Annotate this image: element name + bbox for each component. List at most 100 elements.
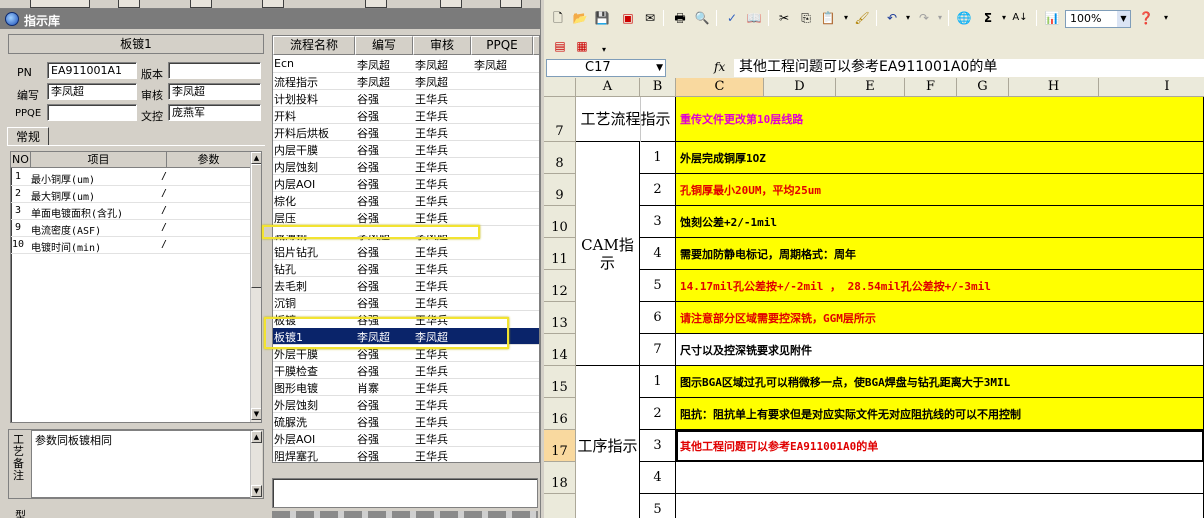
process-row[interactable]: 钻孔 谷强 王华兵 <box>273 260 539 277</box>
pn-field[interactable]: EA911001A1 <box>47 62 137 79</box>
params-header-no[interactable]: NO <box>11 152 31 168</box>
reviewer-field[interactable]: 李凤超 <box>168 83 261 100</box>
params-row[interactable]: 3 单面电镀面积(含孔) / <box>11 203 251 220</box>
cam-item-number[interactable]: 3 <box>640 206 676 238</box>
scroll-thumb[interactable] <box>251 164 261 288</box>
column-header-a[interactable]: A <box>576 78 640 97</box>
autosum-icon[interactable]: Σ <box>980 10 996 26</box>
process-row[interactable]: 流程指示 李凤超 李凤超 <box>273 73 539 90</box>
process-row[interactable]: 阻焊塞孔 谷强 王华兵 <box>273 447 539 462</box>
undo-icon[interactable]: ↶ <box>884 10 900 26</box>
name-box[interactable]: C17 ▼ <box>546 59 666 77</box>
permission-icon[interactable]: ▣ <box>620 10 636 26</box>
cam-item-text[interactable]: 请注意部分区域需要控深铣，GGM层所示 <box>676 302 1204 334</box>
procedure-item-text[interactable] <box>676 494 1204 518</box>
toolbar-tab[interactable] <box>30 0 90 8</box>
scroll-up-arrow-icon[interactable]: ▲ <box>251 152 261 164</box>
cam-label-cell[interactable]: CAM指示 <box>576 142 640 366</box>
cam-item-number[interactable]: 4 <box>640 238 676 270</box>
chevron-down-icon[interactable]: ▼ <box>656 60 663 76</box>
scroll-up-arrow-icon[interactable]: ▲ <box>251 431 262 443</box>
row-header-12[interactable]: 12 <box>544 270 576 302</box>
row-header-13[interactable]: 13 <box>544 302 576 334</box>
toolbar-button[interactable] <box>262 0 284 8</box>
print-icon[interactable]: 🖶 <box>672 10 688 26</box>
proc-header-ppqe[interactable]: PPQE <box>471 36 533 55</box>
format-painter-icon[interactable]: 🖌 <box>854 10 870 26</box>
cam-item-number[interactable]: 6 <box>640 302 676 334</box>
process-row[interactable]: 板镀1 李凤超 李凤超 <box>273 328 539 345</box>
row-header-9[interactable]: 9 <box>544 174 576 206</box>
procedure-item-text[interactable]: 图示BGA区域过孔可以稍微移一点，使BGA焊盘与钻孔距离大于3MIL <box>676 366 1204 398</box>
zoom-select[interactable]: 100% ▼ <box>1065 10 1131 28</box>
redo-icon[interactable]: ↷ <box>916 10 932 26</box>
help-dropdown-arrow-icon[interactable]: ▾ <box>1158 10 1174 26</box>
cam-item-text[interactable]: 蚀刻公差+2/-1mil <box>676 206 1204 238</box>
cut-icon[interactable]: ✂ <box>776 10 792 26</box>
new-file-icon[interactable]: 🗋 <box>550 10 566 26</box>
sort-ascending-icon[interactable]: A↓ <box>1012 10 1028 26</box>
procedure-item-number[interactable]: 4 <box>640 462 676 494</box>
paste-icon[interactable]: 📋 <box>820 10 836 26</box>
convert-pdf-icon[interactable]: ▤ <box>552 38 568 54</box>
procedure-item-number[interactable]: 2 <box>640 398 676 430</box>
cam-item-text[interactable]: 孔铜厚最小20UM，平均25um <box>676 174 1204 206</box>
chart-wizard-icon[interactable]: 📊 <box>1044 10 1060 26</box>
process-row[interactable]: 硫脲洗 谷强 王华兵 <box>273 413 539 430</box>
process-row[interactable]: 棕化 谷强 王华兵 <box>273 192 539 209</box>
process-row[interactable]: 去毛刺 谷强 王华兵 <box>273 277 539 294</box>
scroll-down-arrow-icon[interactable]: ▼ <box>251 485 262 497</box>
spelling-icon[interactable]: ✓ <box>724 10 740 26</box>
writer-field[interactable]: 李凤超 <box>47 83 137 100</box>
process-row[interactable]: 干膜检查 谷强 王华兵 <box>273 362 539 379</box>
remark-textarea[interactable]: 参数同板镀相同 <box>31 430 253 498</box>
procedure-item-number[interactable]: 1 <box>640 366 676 398</box>
process-row[interactable]: 内层蚀刻 谷强 王华兵 <box>273 158 539 175</box>
proc-header-writer[interactable]: 编写 <box>355 36 413 55</box>
email-icon[interactable]: ✉ <box>642 10 658 26</box>
hyperlink-icon[interactable]: 🌐 <box>956 10 972 26</box>
row-header-7[interactable]: 7 <box>544 97 576 142</box>
params-row[interactable]: 2 最大铜厚(um) / <box>11 186 251 203</box>
process-row[interactable]: 图形电镀 肖寨 王华兵 <box>273 379 539 396</box>
process-row[interactable]: 铝片钻孔 谷强 王华兵 <box>273 243 539 260</box>
row-header-18[interactable]: 18 <box>544 462 576 494</box>
procedure-item-number[interactable]: 3 <box>640 430 676 462</box>
cam-item-number[interactable]: 2 <box>640 174 676 206</box>
process-row[interactable]: 板镀 谷强 王华兵 <box>273 311 539 328</box>
remark-scrollbar[interactable]: ▲ ▼ <box>250 431 262 498</box>
column-header-i[interactable]: I <box>1099 78 1204 97</box>
column-header-b[interactable]: B <box>640 78 676 97</box>
paste-dropdown-arrow-icon[interactable]: ▾ <box>838 10 854 26</box>
autosum-dropdown-arrow-icon[interactable]: ▾ <box>996 10 1012 26</box>
formula-input[interactable]: 其他工程问题可以参考EA911001A0的单 <box>734 59 1204 77</box>
column-header-h[interactable]: H <box>1009 78 1099 97</box>
chevron-down-icon[interactable]: ▼ <box>1117 11 1130 27</box>
save-icon[interactable]: 💾 <box>594 10 610 26</box>
proc-header-name[interactable]: 流程名称 <box>273 36 355 55</box>
cam-item-text[interactable]: 外层完成铜厚1OZ <box>676 142 1204 174</box>
toolbar-button[interactable] <box>500 0 522 8</box>
redo-dropdown-arrow-icon[interactable]: ▾ <box>932 10 948 26</box>
params-header-item[interactable]: 项目 <box>31 152 167 168</box>
procedure-label-cell[interactable]: 工序指示 <box>576 366 640 518</box>
column-header-f[interactable]: F <box>905 78 957 97</box>
doc-control-field[interactable]: 庞燕军 <box>168 104 261 121</box>
process-row[interactable]: 外层干膜 谷强 王华兵 <box>273 345 539 362</box>
params-row[interactable]: 1 最小铜厚(um) / <box>11 169 251 186</box>
toolbar-button[interactable] <box>440 0 462 8</box>
process-row[interactable]: 减薄铜 李凤超 李凤超 <box>273 235 539 243</box>
version-field[interactable] <box>168 62 261 79</box>
row-header-15[interactable]: 15 <box>544 366 576 398</box>
row7-content-cell[interactable]: 重传文件更改第10层线路 <box>676 97 1204 142</box>
procedure-item-text[interactable]: 阻抗：阻抗单上有要求但是对应实际文件无对应阻抗线的可以不用控制 <box>676 398 1204 430</box>
column-header-g[interactable]: G <box>957 78 1009 97</box>
process-row[interactable]: 内层干膜 谷强 王华兵 <box>273 141 539 158</box>
proc-header-reviewer[interactable]: 审核 <box>413 36 471 55</box>
params-row[interactable]: 9 电流密度(ASF) / <box>11 220 251 237</box>
row-header-11[interactable]: 11 <box>544 238 576 270</box>
tab-general[interactable]: 常规 <box>7 127 50 146</box>
toolbar-button[interactable] <box>190 0 212 8</box>
row-header-17[interactable]: 17 <box>544 430 576 462</box>
row-header-14[interactable]: 14 <box>544 334 576 366</box>
